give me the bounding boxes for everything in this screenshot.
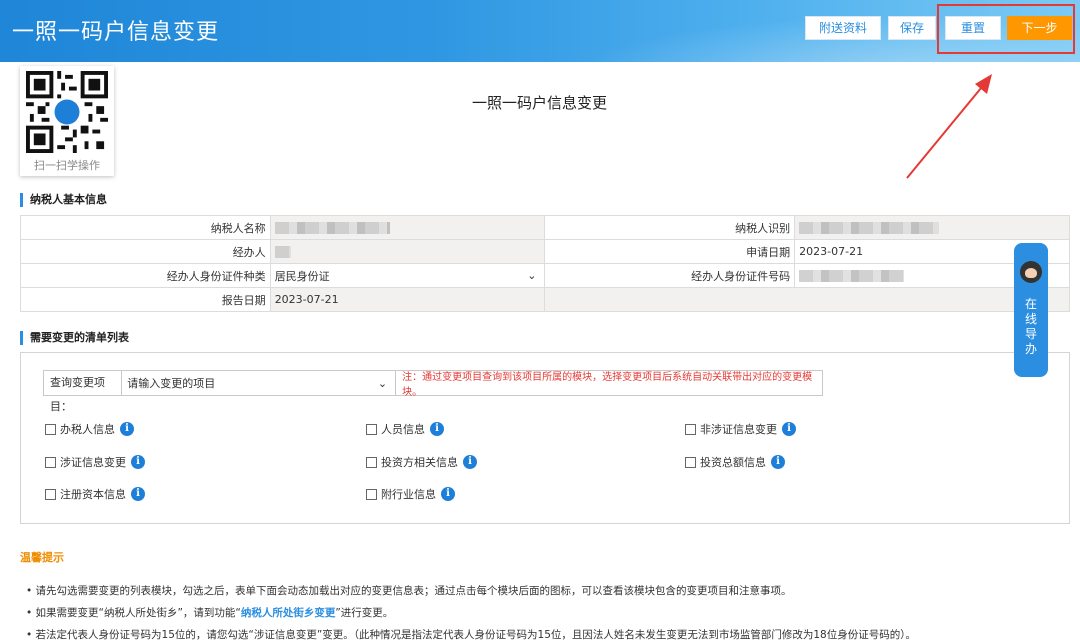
checkbox-box[interactable]	[45, 488, 56, 500]
report-date-label: 报告日期	[20, 287, 271, 312]
checkbox-label: 投资总额信息	[700, 456, 766, 469]
info-icon[interactable]: i	[120, 422, 134, 436]
basic-info-table: 纳税人名称 纳税人识别 经办人 申请日期 2023-07-21 经办人身份证件种…	[20, 215, 1070, 312]
checkbox-personnel-info[interactable]: 人员信息 i	[366, 421, 444, 437]
checkbox-affiliated-industry[interactable]: 附行业信息 i	[366, 486, 455, 502]
section-basic-info-title: 纳税人基本信息	[20, 193, 107, 207]
info-icon[interactable]: i	[771, 455, 785, 469]
tip-line-1: • 请先勾选需要变更的列表模块，勾选之后，表单下面会动态加载出对应的变更信息表；…	[26, 585, 792, 597]
checkbox-label: 非涉证信息变更	[700, 423, 777, 436]
header-title: 一照一码户信息变更	[12, 20, 220, 45]
agent-value	[269, 239, 546, 264]
highlight-box	[937, 4, 1075, 54]
tip-line-2: • 如果需要变更“纳税人所处街乡”，请到功能“纳税人所处街乡变更”进行变更。	[26, 607, 394, 619]
checkbox-non-cert-change[interactable]: 非涉证信息变更 i	[685, 421, 796, 437]
checkbox-box[interactable]	[366, 423, 377, 435]
query-select[interactable]: 请输入变更的项目 ⌄	[122, 371, 397, 395]
checkbox-investor-info[interactable]: 投资方相关信息 i	[366, 454, 477, 470]
checkbox-investment-total[interactable]: 投资总额信息 i	[685, 454, 785, 470]
info-icon[interactable]: i	[430, 422, 444, 436]
tip-line-3: • 若法定代表人身份证号码为15位的，请您勾选“涉证信息变更”变更。（此种情况是…	[26, 629, 916, 641]
tips-title: 温馨提示	[20, 551, 64, 564]
tip-text: 若法定代表人身份证号码为15位的，请您勾选“涉证信息变更”变更。（此种情况是指法…	[35, 629, 916, 641]
checkbox-label: 投资方相关信息	[381, 456, 458, 469]
online-guide-label: 在线导办	[1024, 297, 1037, 356]
chevron-down-icon: ⌄	[377, 376, 388, 390]
report-date-value: 2023-07-21	[269, 287, 546, 312]
agent-id-type-value: 居民身份证	[274, 269, 330, 283]
taxpayer-name-value	[269, 215, 546, 240]
online-guide-button[interactable]: 在线导办	[1014, 243, 1048, 377]
empty-cell	[544, 287, 1070, 312]
taxpayer-name-label: 纳税人名称	[20, 215, 271, 240]
chevron-down-icon: ⌄	[527, 269, 537, 282]
taxpayer-id-label: 纳税人识别	[544, 215, 796, 240]
qr-card: 扫一扫学操作	[20, 66, 114, 176]
page-title: 一照一码户信息变更	[472, 94, 608, 112]
info-icon[interactable]: i	[463, 455, 477, 469]
apply-date-label: 申请日期	[544, 239, 796, 264]
checkbox-box[interactable]	[366, 488, 377, 500]
checkbox-label: 附行业信息	[381, 488, 436, 501]
checkbox-label: 办税人信息	[60, 423, 115, 436]
query-placeholder: 请输入变更的项目	[127, 377, 216, 390]
checkbox-label: 涉证信息变更	[60, 456, 126, 469]
tip-text: ”进行变更。	[335, 607, 394, 619]
agent-id-no-label: 经办人身份证件号码	[544, 263, 796, 288]
save-button[interactable]: 保存	[888, 16, 936, 40]
tip-text: 请先勾选需要变更的列表模块，勾选之后，表单下面会动态加载出对应的变更信息表；通过…	[35, 585, 792, 597]
query-row: 查询变更项目： 请输入变更的项目 ⌄ 注：通过变更项目查询到该项目所属的模块，选…	[43, 370, 823, 413]
qr-code-icon	[26, 71, 108, 153]
checkbox-label: 人员信息	[381, 423, 425, 436]
header-bar: 一照一码户信息变更 附送资料 保存 重置 下一步	[0, 0, 1080, 62]
info-icon[interactable]: i	[441, 487, 455, 501]
change-list-panel: 查询变更项目： 请输入变更的项目 ⌄ 注：通过变更项目查询到该项目所属的模块，选…	[20, 352, 1070, 524]
info-icon[interactable]: i	[131, 455, 145, 469]
checkbox-cert-change[interactable]: 涉证信息变更 i	[45, 454, 145, 470]
section-change-list-title: 需要变更的清单列表	[20, 331, 129, 345]
tip-text: 如果需要变更“纳税人所处街乡”，请到功能“	[35, 607, 241, 619]
checkbox-box[interactable]	[366, 456, 377, 468]
agent-id-type-select[interactable]: 居民身份证 ⌄	[269, 263, 546, 288]
query-label: 查询变更项目：	[44, 371, 123, 413]
info-icon[interactable]: i	[131, 487, 145, 501]
qr-caption: 扫一扫学操作	[34, 159, 100, 172]
assistant-avatar-icon	[1020, 261, 1042, 283]
taxpayer-id-value	[794, 215, 1070, 240]
info-icon[interactable]: i	[782, 422, 796, 436]
checkbox-label: 注册资本信息	[60, 488, 126, 501]
street-change-link[interactable]: 纳税人所处街乡变更	[241, 607, 336, 619]
checkbox-registered-capital[interactable]: 注册资本信息 i	[45, 486, 145, 502]
agent-label: 经办人	[20, 239, 271, 264]
agent-id-type-label: 经办人身份证件种类	[20, 263, 271, 288]
checkbox-box[interactable]	[45, 423, 56, 435]
checkbox-box[interactable]	[45, 456, 56, 468]
attach-materials-button[interactable]: 附送资料	[805, 16, 881, 40]
query-note: 注：通过变更项目查询到该项目所属的模块，选择变更项目后系统自动关联带出对应的变更…	[402, 372, 813, 398]
checkbox-box[interactable]	[685, 423, 696, 435]
checkbox-box[interactable]	[685, 456, 696, 468]
checkbox-taxhandler-info[interactable]: 办税人信息 i	[45, 421, 134, 437]
